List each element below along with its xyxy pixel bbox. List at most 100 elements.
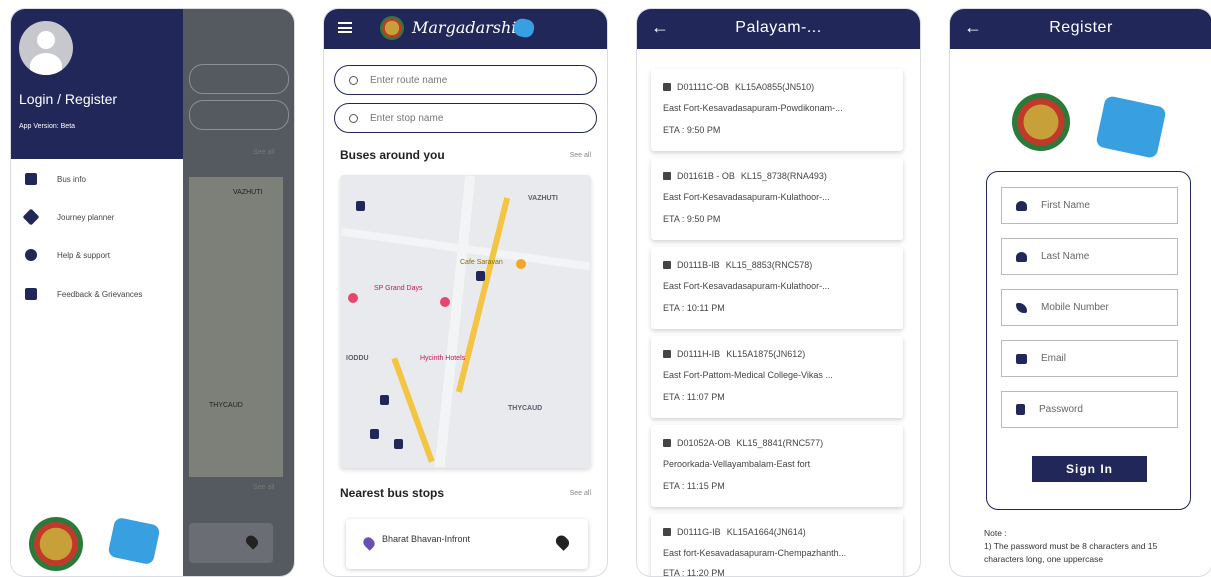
buses-map[interactable]: VAZHUTI THYCAUD Cafe Saravan Hycinth Hot… bbox=[340, 175, 591, 468]
bus-marker[interactable] bbox=[394, 439, 403, 449]
trip-card[interactable]: D01111C-OB KL15A0855(JN510) East Fort-Kes… bbox=[651, 69, 903, 151]
bus-marker[interactable] bbox=[356, 201, 365, 211]
directions-icon bbox=[22, 208, 40, 226]
search-icon bbox=[349, 75, 358, 85]
mail-icon bbox=[1016, 353, 1027, 364]
drawer-item-label: Journey planner bbox=[57, 212, 115, 222]
field-placeholder: Last Name bbox=[1041, 251, 1090, 262]
person-icon bbox=[1016, 200, 1027, 211]
trip-reg: KL15_8841(RNC577) bbox=[736, 438, 824, 448]
help-icon bbox=[25, 249, 37, 261]
trip-reg: KL15A1664(JN614) bbox=[726, 527, 806, 537]
see-all-stops[interactable]: See all bbox=[570, 490, 591, 497]
note-text: 1) The password must be 8 characters and… bbox=[984, 541, 1158, 564]
trip-route: East Fort-Kesavadasapuram-Kulathoor-... bbox=[663, 281, 830, 291]
app-header: ← Register bbox=[950, 9, 1211, 49]
bus-icon bbox=[663, 350, 671, 358]
place-pin-icon[interactable] bbox=[440, 297, 450, 307]
trip-route: East Fort-Kesavadasapuram-Kulathoor-... bbox=[663, 192, 830, 202]
map-label: THYCAUD bbox=[508, 405, 543, 412]
drawer-item-bus-info[interactable]: Bus info bbox=[25, 169, 86, 189]
bus-marker[interactable] bbox=[380, 395, 389, 405]
drawer-header[interactable]: Login / Register App Version: Beta bbox=[11, 9, 183, 159]
place-pin-icon[interactable] bbox=[516, 259, 526, 269]
password-field[interactable]: Password bbox=[1001, 391, 1178, 428]
corporation-seal-logo bbox=[380, 16, 404, 40]
field-placeholder: Email bbox=[1041, 353, 1067, 364]
bus-marker[interactable] bbox=[370, 429, 379, 439]
phone-screen-register: ← Register First Name Last Name Mobile N… bbox=[950, 9, 1211, 576]
trip-card[interactable]: D01052A-OB KL15_8841(RNC577) Peroorkada-V… bbox=[651, 425, 903, 507]
trip-reg: KL15_8738(RNA493) bbox=[740, 171, 827, 181]
place-pin-icon[interactable] bbox=[348, 293, 358, 303]
lock-icon bbox=[1016, 404, 1025, 415]
trip-reg: KL15_8853(RNC578) bbox=[725, 260, 813, 270]
last-name-field[interactable]: Last Name bbox=[1001, 238, 1178, 275]
map-road bbox=[434, 175, 476, 468]
map-label: SP Grand Days bbox=[374, 285, 423, 292]
drawer-item-journey-planner[interactable]: Journey planner bbox=[22, 207, 115, 227]
stop-pin-icon bbox=[361, 535, 377, 551]
trip-reg: KL15A1875(JN612) bbox=[726, 349, 806, 359]
field-placeholder: First Name bbox=[1041, 200, 1090, 211]
stop-placeholder: Enter stop name bbox=[370, 112, 444, 124]
section-title-buses: Buses around you bbox=[340, 148, 445, 162]
bus-icon bbox=[663, 439, 671, 447]
trip-reg: KL15A0855(JN510) bbox=[735, 82, 815, 92]
section-title-stops: Nearest bus stops bbox=[340, 486, 445, 500]
background-overlay[interactable]: VAZHUTI THYCAUD See all See all bbox=[183, 9, 294, 576]
trip-eta: ETA : 10:11 PM bbox=[663, 303, 725, 313]
trip-eta: ETA : 9:50 PM bbox=[663, 125, 721, 135]
first-name-field[interactable]: First Name bbox=[1001, 187, 1178, 224]
search-icon bbox=[349, 113, 358, 123]
password-note: Note : 1) The password must be 8 charact… bbox=[984, 527, 1194, 566]
trip-card[interactable]: D01161B - OB KL15_8738(RNA493) East Fort-… bbox=[651, 158, 903, 240]
trip-code: D0111B-IB bbox=[677, 260, 720, 270]
stop-name: Bharat Bhavan-Infront bbox=[382, 534, 471, 544]
page-title: Register bbox=[1049, 19, 1113, 36]
trip-route: East Fort-Kesavadasapuram-Powdikonam-... bbox=[663, 103, 843, 113]
avatar[interactable] bbox=[19, 21, 73, 75]
bus-icon bbox=[663, 83, 671, 91]
location-pin-icon bbox=[243, 533, 261, 550]
trip-code: D01161B - OB bbox=[677, 171, 735, 181]
ghost-stop-card bbox=[189, 523, 273, 563]
sign-in-button[interactable]: Sign In bbox=[1032, 456, 1147, 482]
smart-city-logo bbox=[107, 516, 161, 566]
trip-card[interactable]: D0111G-IB KL15A1664(JN614) East fort-Kesa… bbox=[651, 514, 903, 576]
trip-eta: ETA : 9:50 PM bbox=[663, 214, 721, 224]
drawer-item-help[interactable]: Help & support bbox=[25, 245, 110, 265]
nearest-stop-card[interactable]: Bharat Bhavan-Infront bbox=[346, 519, 588, 569]
login-register-link[interactable]: Login / Register bbox=[19, 91, 117, 107]
feedback-icon bbox=[25, 288, 37, 300]
phone-screen-home: Margadarshi Enter route name Enter stop … bbox=[324, 9, 607, 576]
smart-city-logo bbox=[1095, 95, 1167, 159]
bus-marker[interactable] bbox=[476, 271, 485, 281]
page-title: Palayam-... bbox=[735, 19, 822, 36]
drawer-item-feedback[interactable]: Feedback & Grievances bbox=[25, 284, 142, 304]
menu-icon[interactable] bbox=[338, 22, 352, 33]
trip-card[interactable]: D0111H-IB KL15A1875(JN612) East Fort-Patt… bbox=[651, 336, 903, 418]
ghost-map-label-2: THYCAUD bbox=[209, 402, 243, 409]
ghost-map: VAZHUTI THYCAUD bbox=[189, 177, 283, 477]
email-field[interactable]: Email bbox=[1001, 340, 1178, 377]
location-pin-icon[interactable] bbox=[553, 533, 572, 551]
mobile-number-field[interactable]: Mobile Number bbox=[1001, 289, 1178, 326]
map-label: VAZHUTI bbox=[528, 195, 558, 202]
trip-card[interactable]: D0111B-IB KL15_8853(RNC578) East Fort-Kes… bbox=[651, 247, 903, 329]
trip-route: East fort-Kesavadasapuram-Chempazhanth..… bbox=[663, 548, 847, 558]
trip-code: D0111H-IB bbox=[677, 349, 721, 359]
see-all-buses[interactable]: See all bbox=[570, 152, 591, 159]
route-search-input[interactable]: Enter route name bbox=[334, 65, 597, 95]
person-icon bbox=[1016, 251, 1027, 262]
trip-code: D01111C-OB bbox=[677, 82, 730, 92]
drawer-item-label: Help & support bbox=[57, 250, 110, 260]
stop-search-input[interactable]: Enter stop name bbox=[334, 103, 597, 133]
register-form: First Name Last Name Mobile Number Email… bbox=[986, 171, 1191, 510]
app-header: ← Palayam-... bbox=[637, 9, 920, 49]
trip-eta: ETA : 11:20 PM bbox=[663, 568, 725, 576]
trip-code: D01052A-OB bbox=[677, 438, 731, 448]
phone-screen-trips: ← Palayam-... D01111C-OB KL15A0855(JN510)… bbox=[637, 9, 920, 576]
ghost-see-all-2: See all bbox=[253, 484, 275, 491]
map-label: Cafe Saravan bbox=[460, 259, 503, 266]
